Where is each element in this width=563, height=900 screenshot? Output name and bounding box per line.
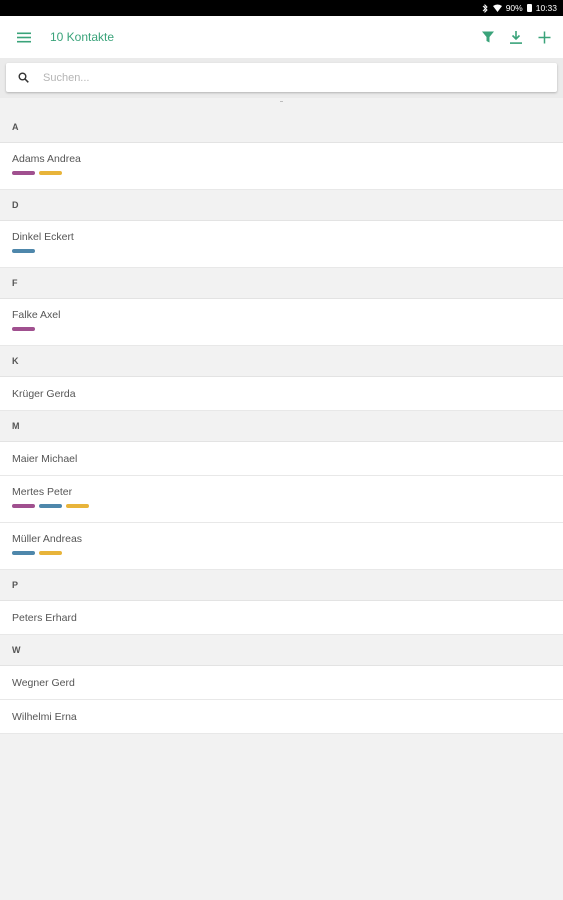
contact-list-item[interactable]: Wilhelmi Erna (0, 700, 563, 734)
menu-button[interactable] (14, 27, 34, 47)
plus-icon (538, 31, 550, 43)
tag-yellow (39, 171, 62, 175)
contact-list-item[interactable]: Wegner Gerd (0, 666, 563, 700)
contact-list-item[interactable]: Dinkel Eckert (0, 221, 563, 268)
tag-purple (12, 327, 35, 331)
add-contact-button[interactable] (535, 28, 553, 46)
contact-list-item[interactable]: Falke Axel (0, 299, 563, 346)
tag-blue (12, 249, 35, 253)
contact-name: Müller Andreas (12, 533, 83, 545)
battery-percent: 90% (505, 3, 523, 13)
tag-yellow (66, 504, 89, 508)
search-input[interactable] (43, 71, 523, 84)
contact-tags (12, 551, 563, 555)
contact-tags (12, 327, 563, 331)
download-icon (510, 30, 522, 44)
search-bar[interactable] (6, 63, 557, 92)
battery-icon (526, 4, 532, 12)
contact-name: Wilhelmi Erna (12, 710, 77, 723)
contact-list-item[interactable]: Mertes Peter (0, 476, 563, 523)
section-header-w: W (0, 635, 563, 666)
app-bar: 10 Kontakte (0, 16, 563, 58)
tag-yellow (39, 551, 62, 555)
section-header-m: M (0, 411, 563, 442)
tag-purple (12, 171, 35, 175)
contact-list-item[interactable]: Peters Erhard (0, 601, 563, 635)
section-header-p: P (0, 570, 563, 601)
bluetooth-icon (482, 3, 489, 13)
contact-list: A Adams Andrea D Dinkel Eckert F Falke Axel K K… (0, 112, 563, 734)
tag-purple (12, 504, 35, 508)
section-header-f: F (0, 268, 563, 299)
wifi-icon (492, 4, 502, 12)
tag-blue (39, 504, 62, 508)
contact-name: Falke Axel (12, 309, 61, 321)
contact-name: Wegner Gerd (12, 676, 75, 689)
contact-list-item[interactable]: Adams Andrea (0, 143, 563, 190)
contact-name: Adams Andrea (12, 153, 81, 165)
download-button[interactable] (507, 28, 525, 46)
section-header-a: A (0, 112, 563, 143)
section-header-d: D (0, 190, 563, 221)
tag-blue (12, 551, 35, 555)
page-title: 10 Kontakte (50, 30, 115, 44)
contact-name: Dinkel Eckert (12, 231, 74, 243)
status-bar: 90% 10:33 (0, 0, 563, 16)
contact-name: Maier Michael (12, 452, 78, 465)
contact-name: Mertes Peter (12, 486, 73, 498)
contact-list-item[interactable]: Maier Michael (0, 442, 563, 476)
hamburger-icon (17, 32, 31, 42)
filter-icon (482, 31, 494, 43)
contact-tags (12, 171, 563, 175)
scroll-indicator (0, 98, 563, 112)
search-bar-container (0, 58, 563, 98)
contact-name: Krüger Gerda (12, 387, 76, 400)
search-icon (18, 72, 29, 83)
contact-tags (12, 249, 563, 253)
contact-list-item[interactable]: Krüger Gerda (0, 377, 563, 411)
contact-tags (12, 504, 563, 508)
contact-name: Peters Erhard (12, 611, 77, 624)
filter-button[interactable] (479, 28, 497, 46)
contact-list-item[interactable]: Müller Andreas (0, 523, 563, 570)
clock: 10:33 (535, 3, 557, 13)
section-header-k: K (0, 346, 563, 377)
